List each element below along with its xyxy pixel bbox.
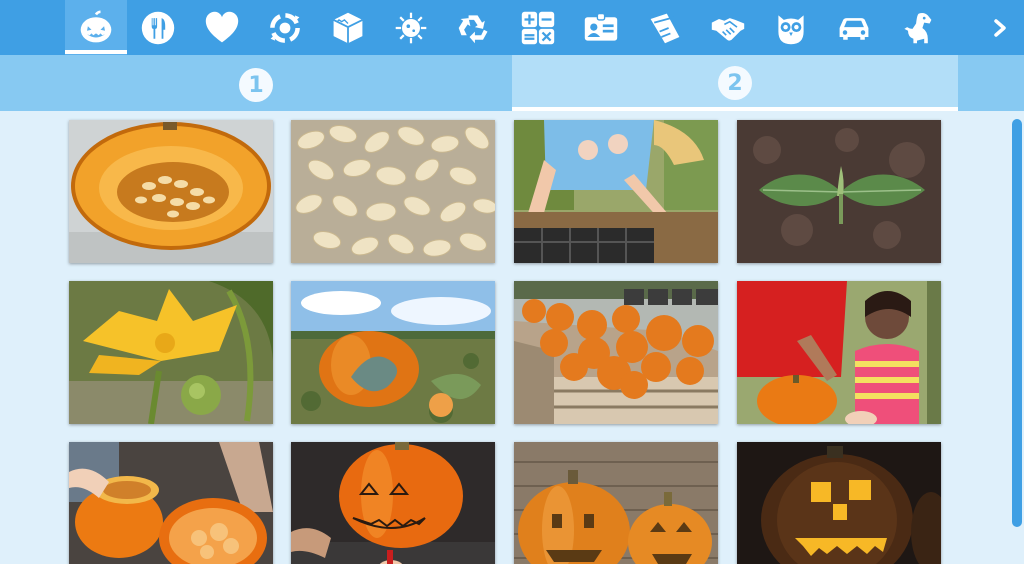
math-symbols-icon xyxy=(521,11,555,44)
picture-harvested-pumpkins-crate[interactable] xyxy=(514,281,718,424)
fork-knife-icon xyxy=(141,11,175,44)
pumpkin-crate-image xyxy=(514,281,718,424)
category-lifecycle[interactable] xyxy=(254,0,316,55)
category-animals-owl[interactable] xyxy=(760,0,822,55)
category-recycling[interactable] xyxy=(443,0,505,55)
step-number: 2 xyxy=(718,66,752,100)
category-pets[interactable] xyxy=(886,0,948,55)
picture-scooping-pumpkin[interactable] xyxy=(69,442,273,564)
category-toolbar xyxy=(0,0,1024,55)
drawing-face-image xyxy=(291,442,495,564)
handshake-icon xyxy=(711,17,745,41)
category-tools[interactable] xyxy=(634,0,696,55)
pumpkin-flower-image xyxy=(69,281,273,424)
picture-children-with-pumpkin[interactable] xyxy=(737,281,941,424)
category-community[interactable] xyxy=(697,0,759,55)
picture-drawing-face-on-pumpkin[interactable] xyxy=(291,442,495,564)
heart-icon xyxy=(205,11,239,42)
category-identity[interactable] xyxy=(570,0,632,55)
recycle-icon xyxy=(458,14,488,43)
scrollbar[interactable] xyxy=(1010,111,1024,564)
category-health[interactable] xyxy=(191,0,253,55)
pumpkin-halved-image xyxy=(69,120,273,263)
picture-pumpkin-seedling[interactable] xyxy=(737,120,941,263)
picture-pumpkin-in-field[interactable] xyxy=(291,281,495,424)
category-germs[interactable] xyxy=(380,0,442,55)
next-categories-button[interactable] xyxy=(976,0,1024,55)
picture-child-planting-seeds[interactable] xyxy=(514,120,718,263)
germ-icon xyxy=(395,12,427,43)
dog-icon xyxy=(904,12,932,43)
picture-pumpkin-halved-seeds[interactable] xyxy=(69,120,273,263)
seeds-pile-image xyxy=(291,120,495,263)
category-pumpkin[interactable] xyxy=(65,0,127,55)
scooping-pumpkin-image xyxy=(69,442,273,564)
cube-icon xyxy=(333,12,363,43)
picture-grid xyxy=(0,111,1024,564)
picture-pumpkin-seeds-pile[interactable] xyxy=(291,120,495,263)
children-pumpkin-image xyxy=(737,281,941,424)
id-card-icon xyxy=(584,12,618,41)
picture-carved-pumpkins[interactable] xyxy=(514,442,718,564)
category-shapes[interactable] xyxy=(317,0,379,55)
picture-lit-jack-o-lantern[interactable] xyxy=(737,442,941,564)
tools-icon xyxy=(650,13,680,43)
tab-step-2[interactable]: 2 xyxy=(512,55,958,111)
car-icon xyxy=(839,17,869,40)
carved-pumpkins-image xyxy=(514,442,718,564)
chevron-right-icon xyxy=(994,18,1006,37)
step-tabs: 1 2 xyxy=(0,55,1024,111)
scrollbar-thumb[interactable] xyxy=(1012,119,1022,527)
category-food[interactable] xyxy=(127,0,189,55)
child-planting-image xyxy=(514,120,718,263)
owl-icon xyxy=(778,14,804,44)
step-number: 1 xyxy=(239,68,273,102)
category-transport[interactable] xyxy=(823,0,885,55)
category-math[interactable] xyxy=(507,0,569,55)
jack-o-lantern-image xyxy=(737,442,941,564)
seedling-image xyxy=(737,120,941,263)
pumpkin-field-image xyxy=(291,281,495,424)
pumpkin-icon xyxy=(80,9,112,42)
tab-step-1[interactable]: 1 xyxy=(0,55,512,111)
cycle-icon xyxy=(270,12,300,43)
picture-pumpkin-flower[interactable] xyxy=(69,281,273,424)
